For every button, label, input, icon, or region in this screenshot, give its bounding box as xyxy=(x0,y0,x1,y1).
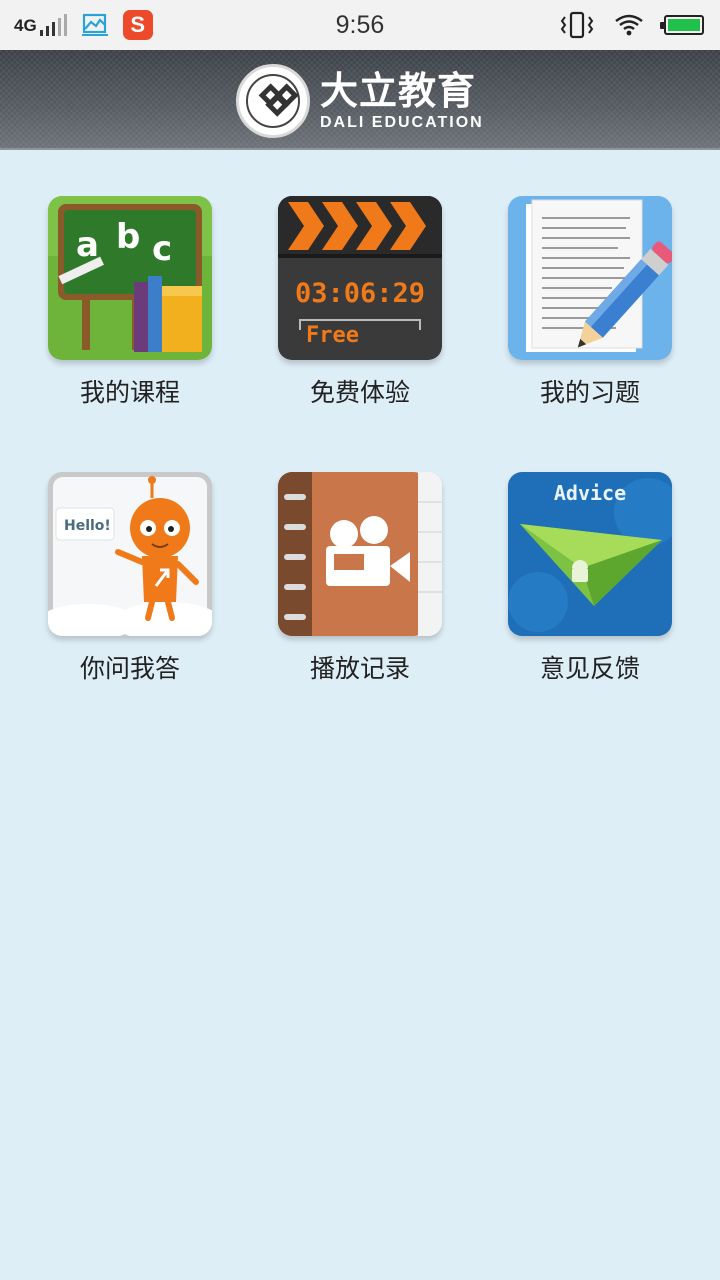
dali-seal-icon xyxy=(236,64,310,138)
brand-text: 大立教育 DALI EDUCATION xyxy=(320,70,484,132)
menu-item-label: 意见反馈 xyxy=(539,654,640,683)
menu-item-free-trial[interactable]: 03:06:29 Free 免费体验 xyxy=(260,196,460,410)
vibrate-icon xyxy=(560,11,594,39)
svg-text:c: c xyxy=(152,229,172,269)
wifi-icon xyxy=(615,14,643,36)
brand-title: 大立教育 xyxy=(320,69,477,113)
menu-item-label: 我的课程 xyxy=(79,378,180,407)
status-bar: 4G S 9:56 xyxy=(0,0,720,50)
paper-plane-icon: Advice xyxy=(508,472,672,636)
clapper-free-text: Free xyxy=(306,323,359,348)
menu-item-label: 你问我答 xyxy=(79,654,180,683)
robot-hello-icon: Hello! xyxy=(48,472,212,636)
app-header: 大立教育 DALI EDUCATION xyxy=(0,50,720,150)
notebook-camera-icon xyxy=(278,472,442,636)
hello-text: Hello! xyxy=(64,518,111,534)
menu-item-my-exercises[interactable]: 我的习题 xyxy=(490,196,690,410)
document-pencil-icon xyxy=(508,196,672,360)
menu-item-feedback[interactable]: Advice 意见反馈 xyxy=(490,472,690,686)
chalkboard-abc-icon: a b c xyxy=(48,196,212,360)
brand-subtitle: DALI EDUCATION xyxy=(320,114,484,131)
menu-item-play-history[interactable]: 播放记录 xyxy=(260,472,460,686)
brand-logo: 大立教育 DALI EDUCATION xyxy=(236,64,484,138)
advice-text: Advice xyxy=(554,481,626,505)
clapperboard-icon: 03:06:29 Free xyxy=(278,196,442,360)
svg-text:b: b xyxy=(116,217,140,257)
menu-item-label: 免费体验 xyxy=(309,378,410,407)
clapper-time: 03:06:29 xyxy=(295,278,425,309)
menu-item-qa[interactable]: Hello! 你问我答 xyxy=(30,472,230,686)
menu-item-label: 播放记录 xyxy=(309,654,410,683)
menu-item-my-courses[interactable]: a b c 我的课程 xyxy=(30,196,230,410)
menu-item-label: 我的习题 xyxy=(539,378,640,407)
battery-icon xyxy=(660,15,704,35)
